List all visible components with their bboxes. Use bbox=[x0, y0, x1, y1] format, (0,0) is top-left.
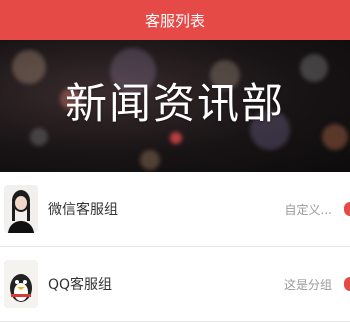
chevron-edge-icon bbox=[344, 202, 350, 216]
banner-title: 新闻资讯部 bbox=[64, 79, 285, 128]
bokeh-light bbox=[140, 150, 160, 170]
banner-image[interactable]: 新闻资讯部 bbox=[0, 40, 350, 172]
top-navigation-bar: 客服列表 bbox=[0, 0, 350, 40]
qq-penguin-avatar-icon bbox=[4, 260, 38, 308]
chevron-edge-icon bbox=[344, 277, 350, 291]
list-item-qq-group[interactable]: QQ客服组 这是分组 bbox=[0, 247, 350, 322]
group-name: QQ客服组 bbox=[48, 277, 113, 293]
bokeh-light bbox=[170, 132, 182, 144]
group-description: 这是分组 bbox=[283, 277, 332, 292]
person-avatar-icon bbox=[4, 185, 38, 233]
list-item-wechat-group[interactable]: 微信客服组 自定义... bbox=[0, 172, 350, 247]
group-description: 自定义... bbox=[284, 202, 332, 217]
service-group-list: 微信客服组 自定义... QQ客服组 这是分组 bbox=[0, 172, 350, 322]
group-name: 微信客服组 bbox=[48, 202, 118, 218]
page-title: 客服列表 bbox=[144, 11, 205, 30]
